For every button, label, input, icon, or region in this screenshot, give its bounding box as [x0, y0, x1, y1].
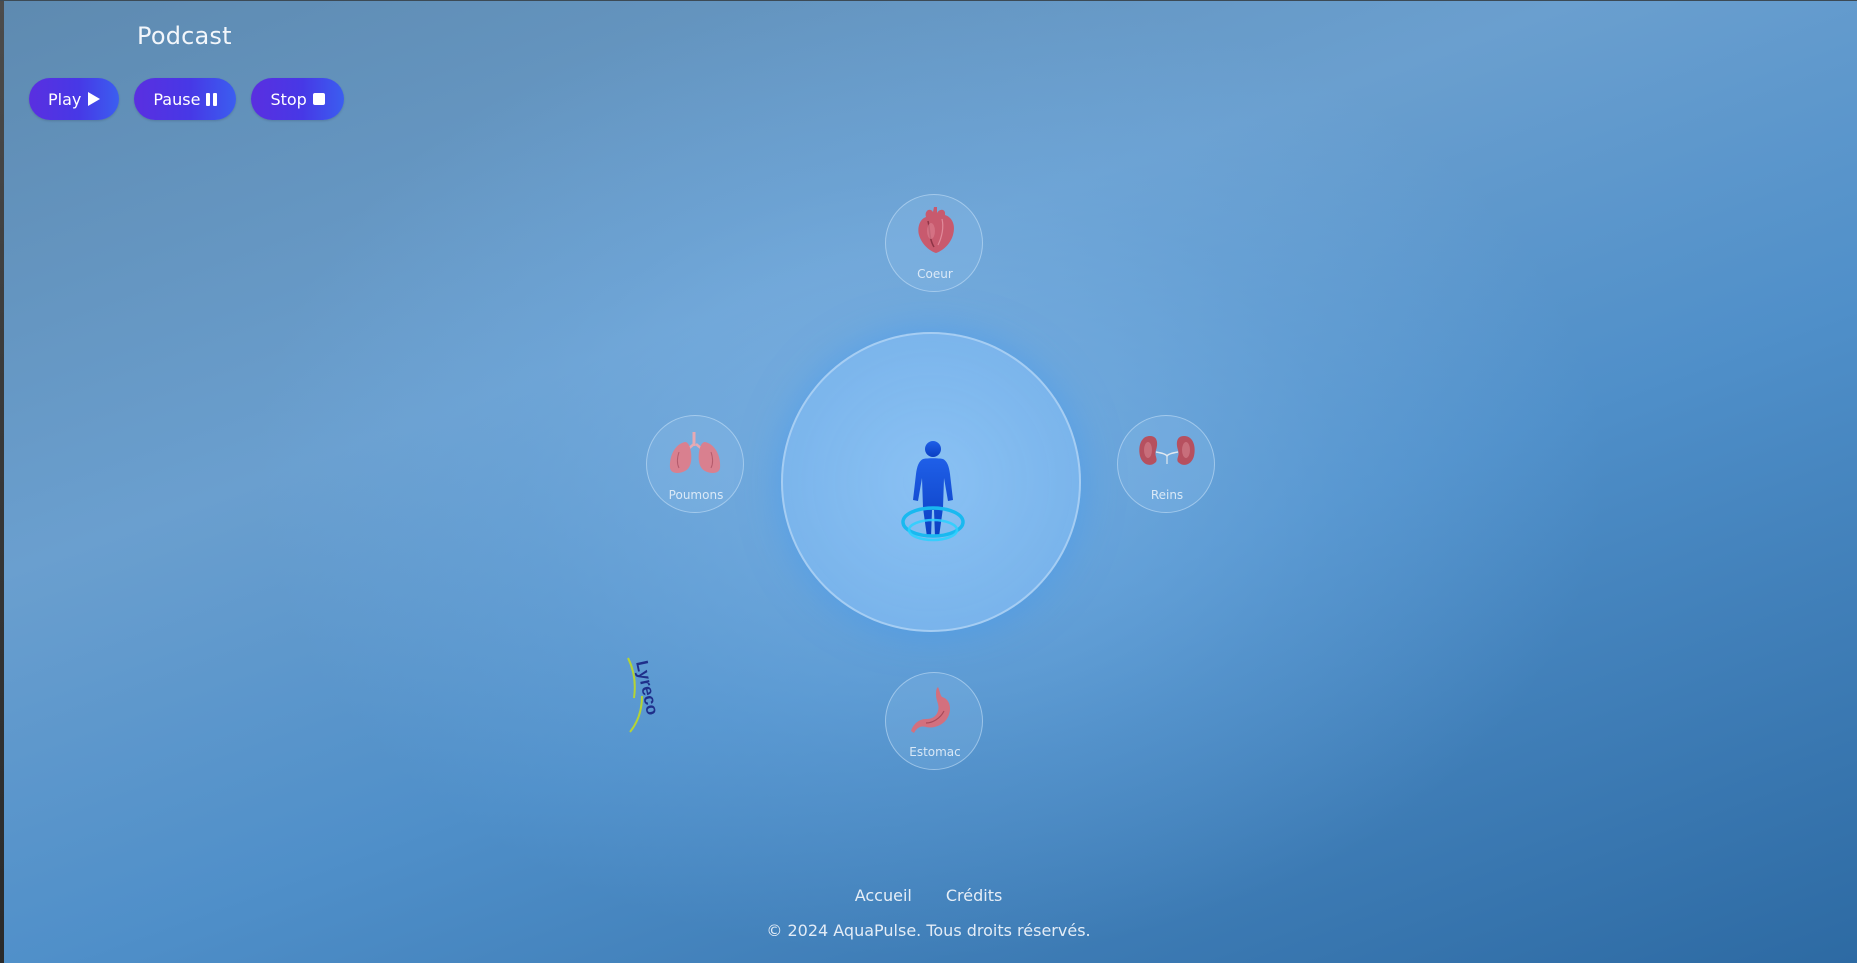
organ-stomach[interactable]: Estomac	[885, 672, 983, 770]
organ-heart[interactable]: Coeur	[885, 194, 983, 292]
lyreco-logo-text: Lyreco	[632, 659, 662, 717]
pause-button-label: Pause	[153, 89, 201, 109]
organ-lungs-label: Poumons	[668, 488, 724, 502]
window-top-edge	[0, 0, 1857, 1]
organ-heart-label: Coeur	[917, 267, 953, 281]
footer-copyright: © 2024 AquaPulse. Tous droits réservés.	[766, 921, 1091, 940]
center-body-circle[interactable]	[781, 332, 1081, 632]
organ-lungs[interactable]: Poumons	[646, 415, 744, 513]
pause-button[interactable]: Pause	[134, 78, 237, 120]
human-figure-icon	[901, 441, 965, 542]
footer-link-credits[interactable]: Crédits	[946, 886, 1002, 905]
podcast-title: Podcast	[137, 22, 232, 50]
lyreco-logo: Lyreco	[627, 657, 662, 733]
organ-kidneys[interactable]: Reins	[1117, 415, 1215, 513]
footer-link-accueil[interactable]: Accueil	[855, 886, 912, 905]
pause-icon	[206, 92, 218, 106]
organ-stomach-label: Estomac	[909, 745, 961, 759]
play-button[interactable]: Play	[29, 78, 120, 120]
window-left-edge	[0, 0, 4, 963]
stop-icon	[312, 93, 325, 105]
podcast-controls: Play Pause Stop	[29, 78, 344, 120]
stop-button-label: Stop	[270, 89, 307, 109]
footer-nav: Accueil Crédits	[0, 886, 1857, 905]
organ-kidneys-label: Reins	[1150, 488, 1184, 502]
play-button-label: Play	[48, 89, 82, 109]
stop-button[interactable]: Stop	[251, 78, 344, 120]
play-icon	[88, 92, 101, 106]
